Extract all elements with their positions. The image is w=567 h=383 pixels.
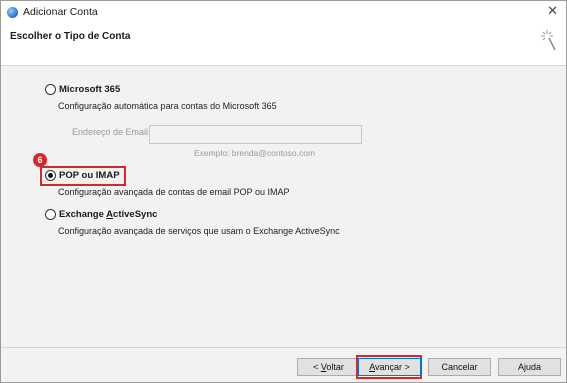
pop-imap-description: Configuração avançada de contas de email… <box>58 187 290 197</box>
account-type-panel: Microsoft 365 Configuração automática pa… <box>1 66 566 347</box>
btn-part: < <box>313 362 321 372</box>
page-title: Escolher o Tipo de Conta <box>10 31 131 42</box>
exchange-activesync-label[interactable]: Exchange ActiveSync <box>59 209 157 220</box>
cancel-button[interactable]: Cancelar <box>428 358 491 376</box>
label-part: ctiveSync <box>113 209 158 220</box>
email-field-label: Endereço de Email: <box>72 127 151 137</box>
email-field[interactable] <box>149 125 362 144</box>
microsoft365-description: Configuração automática para contas do M… <box>58 101 277 111</box>
next-button[interactable]: Avançar > <box>358 358 421 376</box>
pop-imap-radio[interactable] <box>45 170 56 181</box>
microsoft365-label[interactable]: Microsoft 365 <box>59 84 120 95</box>
pop-imap-label[interactable]: POP ou IMAP <box>59 170 120 181</box>
outlook-app-icon <box>7 7 18 18</box>
back-button[interactable]: < Voltar <box>297 358 360 376</box>
btn-part: vançar > <box>375 362 410 372</box>
step-number-badge: 6 <box>33 153 47 167</box>
email-example-hint: Exemplo: brenda@contoso.com <box>194 148 316 158</box>
microsoft365-radio[interactable] <box>45 84 56 95</box>
wizard-wand-icon <box>541 30 556 51</box>
label-part: Exchange <box>59 209 107 220</box>
window-title: Adicionar Conta <box>23 6 98 18</box>
help-button[interactable]: Ajuda <box>498 358 561 376</box>
close-icon[interactable]: ✕ <box>547 4 558 18</box>
dialog-footer: < Voltar Avançar > Cancelar Ajuda <box>1 348 566 382</box>
add-account-dialog: Adicionar Conta ✕ Escolher o Tipo de Con… <box>0 0 567 383</box>
dialog-header: Escolher o Tipo de Conta <box>1 23 566 65</box>
exchange-activesync-description: Configuração avançada de serviços que us… <box>58 226 340 236</box>
title-bar: Adicionar Conta ✕ <box>1 1 566 23</box>
btn-part: oltar <box>326 362 344 372</box>
exchange-activesync-radio[interactable] <box>45 209 56 220</box>
